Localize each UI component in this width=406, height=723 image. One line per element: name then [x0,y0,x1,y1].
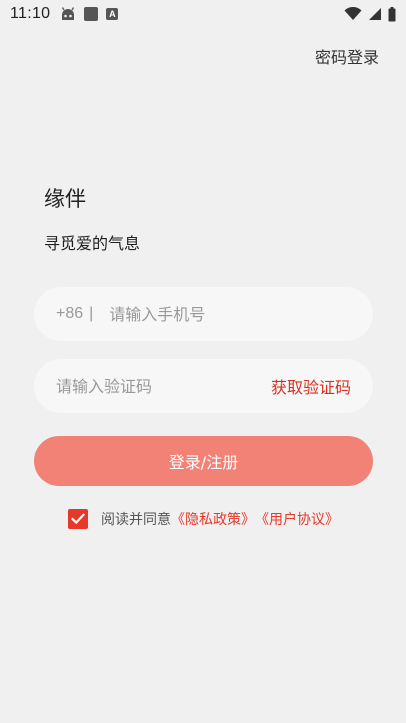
status-time: 11:10 [10,5,51,22]
signal-icon [369,8,381,20]
a-badge-icon: A [106,8,119,20]
notification-square-icon [84,7,99,21]
notification-icons: A [60,7,119,21]
system-icons [344,0,396,28]
get-code-button[interactable]: 获取验证码 [271,374,351,398]
country-code[interactable]: +86 [56,305,83,323]
app-tagline: 寻觅爱的气息 [44,234,141,253]
battery-icon [388,6,396,21]
country-code-divider: | [89,305,94,322]
checkmark-icon [71,513,85,525]
wifi-icon [344,7,362,20]
user-agreement-link[interactable]: 《用户协议》 [255,509,339,529]
privacy-policy-link[interactable]: 《隐私政策》 [171,509,255,529]
password-login-link[interactable]: 密码登录 [315,44,379,68]
status-bar: 11:10 A [0,0,406,28]
agreement-row: 阅读并同意 《隐私政策》 《用户协议》 [68,509,339,529]
verification-code-input[interactable] [56,376,271,396]
verification-code-field[interactable]: 获取验证码 [34,359,373,413]
android-robot-icon [62,7,75,20]
login-register-button[interactable]: 登录/注册 [34,436,373,486]
agreement-checkbox[interactable] [68,509,88,529]
phone-field[interactable]: +86 | [34,287,373,341]
app-name: 缘伴 [44,187,86,211]
phone-input[interactable] [109,304,351,324]
agreement-prefix: 阅读并同意 [101,512,171,528]
